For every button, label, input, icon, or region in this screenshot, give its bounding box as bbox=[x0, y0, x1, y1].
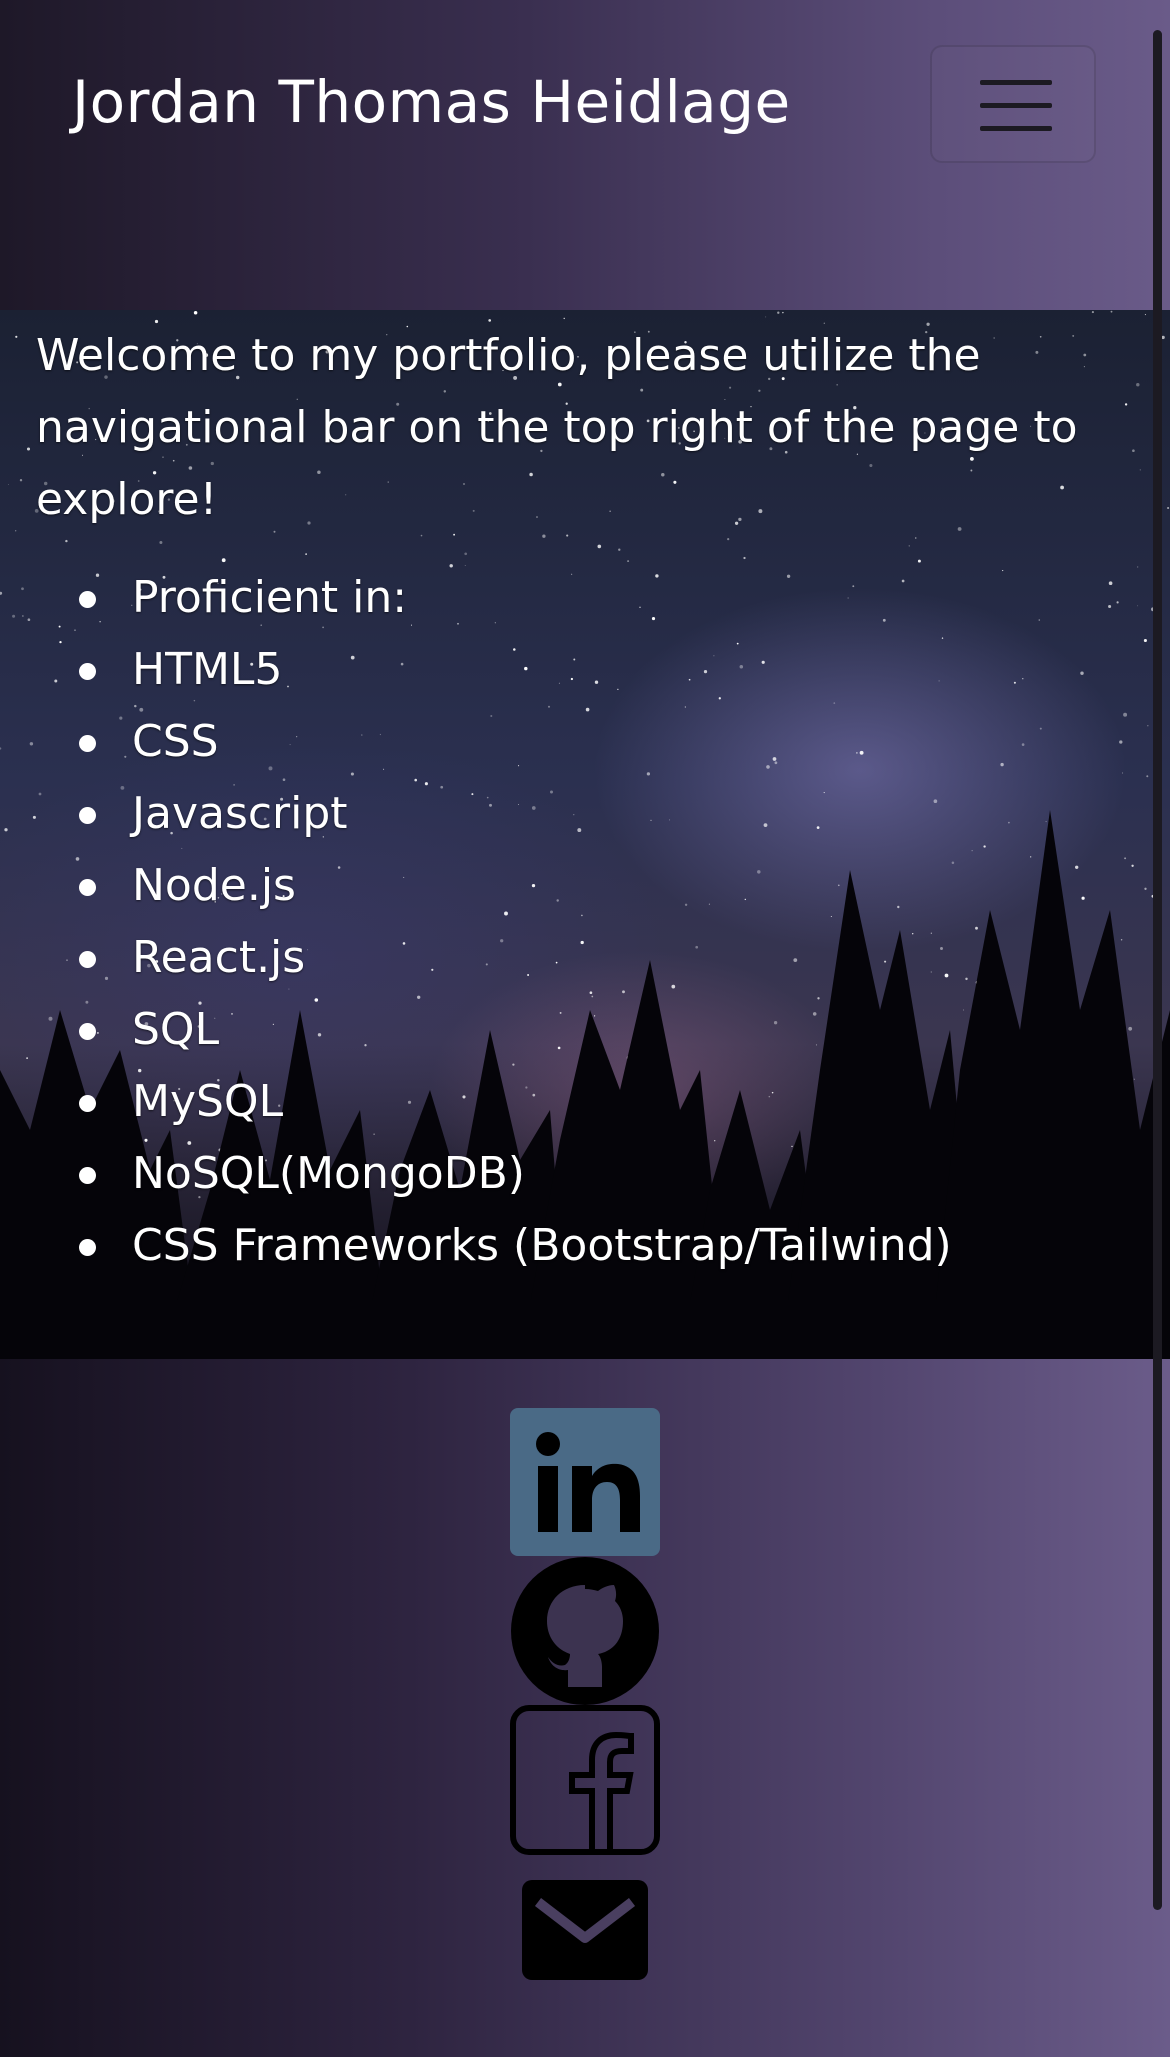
list-item: MySQL bbox=[0, 1066, 952, 1138]
facebook-link[interactable] bbox=[510, 1705, 660, 1855]
github-icon bbox=[511, 1557, 659, 1705]
list-item: CSS Frameworks (Bootstrap/Tailwind) bbox=[0, 1210, 952, 1282]
skills-list: Proficient in: HTML5 CSS Javascript Node… bbox=[0, 562, 952, 1282]
hamburger-line bbox=[980, 126, 1052, 131]
facebook-icon bbox=[510, 1705, 660, 1855]
list-item: Node.js bbox=[0, 850, 952, 922]
intro-text: Welcome to my portfolio, please utilize … bbox=[36, 330, 1078, 525]
mail-icon bbox=[522, 1880, 648, 1980]
linkedin-link[interactable] bbox=[510, 1408, 660, 1556]
hamburger-line bbox=[980, 103, 1052, 108]
list-item: HTML5 bbox=[0, 634, 952, 706]
list-item: Javascript bbox=[0, 778, 952, 850]
list-item: CSS bbox=[0, 706, 952, 778]
navbar: Jordan Thomas Heidlage bbox=[0, 0, 1170, 310]
list-item: Proficient in: bbox=[0, 562, 952, 634]
hero-section: Welcome to my portfolio, please utilize … bbox=[0, 310, 1170, 1359]
hamburger-menu-icon bbox=[980, 80, 1052, 85]
email-link[interactable] bbox=[510, 1880, 660, 1980]
list-item: SQL bbox=[0, 994, 952, 1066]
list-item: React.js bbox=[0, 922, 952, 994]
scrollbar[interactable] bbox=[1153, 30, 1162, 1910]
github-link[interactable] bbox=[510, 1557, 660, 1705]
site-brand[interactable]: Jordan Thomas Heidlage bbox=[72, 68, 791, 136]
list-item: NoSQL(MongoDB) bbox=[0, 1138, 952, 1210]
linkedin-icon bbox=[510, 1408, 660, 1556]
menu-toggle-button[interactable] bbox=[930, 45, 1096, 163]
